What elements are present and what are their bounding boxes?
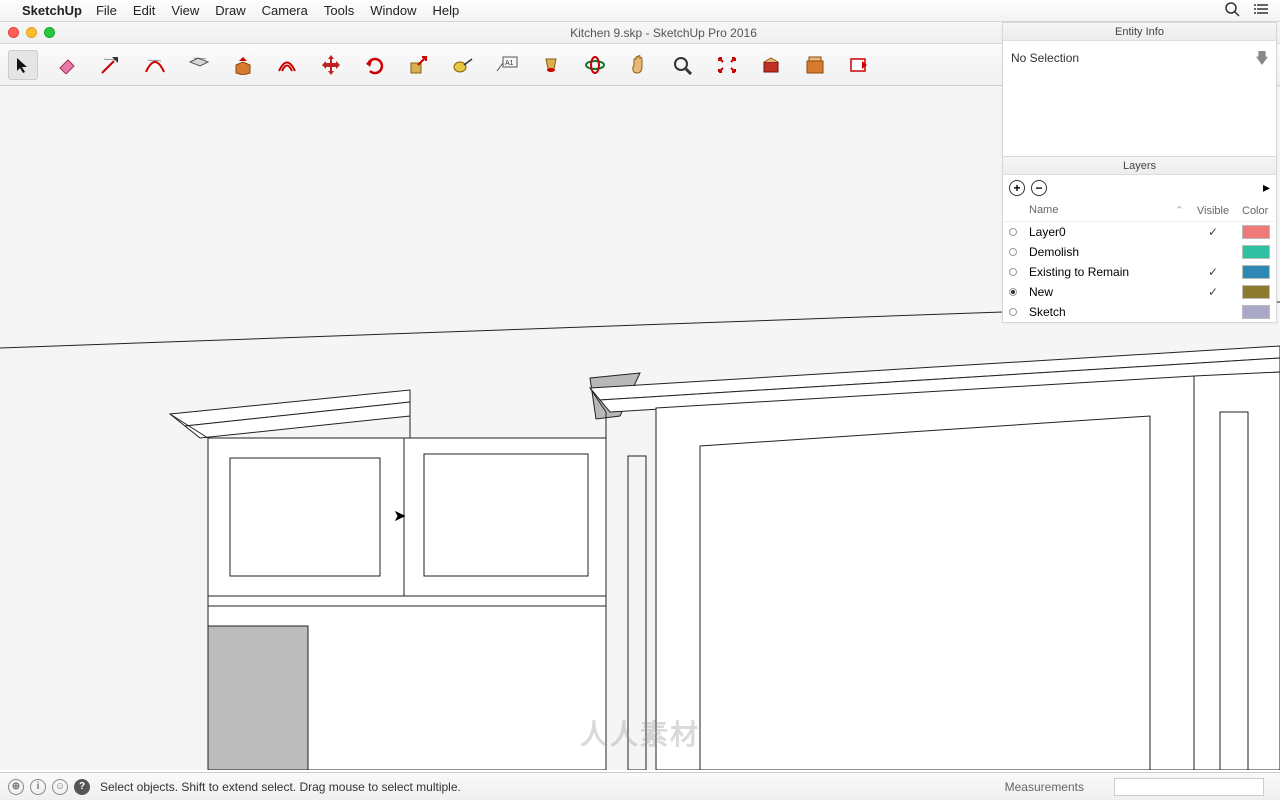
layer-name[interactable]: Existing to Remain <box>1023 262 1190 282</box>
entity-info-title: Entity Info <box>1003 23 1276 41</box>
layers-flyout-icon[interactable]: ▸ <box>1263 179 1270 196</box>
menu-edit[interactable]: Edit <box>133 3 155 18</box>
offset-tool[interactable] <box>272 50 302 80</box>
line-tool[interactable] <box>96 50 126 80</box>
layer-name[interactable]: Demolish <box>1023 242 1190 262</box>
layer-color-swatch[interactable] <box>1242 285 1270 299</box>
entity-info-selection: No Selection <box>1011 51 1079 65</box>
layer-name[interactable]: Layer0 <box>1023 222 1190 243</box>
remove-layer-button[interactable]: − <box>1031 180 1047 196</box>
measurements-label: Measurements <box>1005 780 1084 794</box>
menu-tools[interactable]: Tools <box>324 3 354 18</box>
rectangle-tool[interactable] <box>184 50 214 80</box>
arc-tool[interactable] <box>140 50 170 80</box>
status-hint: Select objects. Shift to extend select. … <box>100 780 461 794</box>
scale-tool[interactable] <box>404 50 434 80</box>
layer-active-radio[interactable] <box>1009 288 1017 296</box>
menu-window[interactable]: Window <box>370 3 416 18</box>
app-name[interactable]: SketchUp <box>22 3 82 18</box>
select-tool[interactable] <box>8 50 38 80</box>
paint-tool[interactable] <box>536 50 566 80</box>
menu-view[interactable]: View <box>171 3 199 18</box>
layer-row[interactable]: Demolish <box>1003 242 1276 262</box>
layers-panel[interactable]: Layers + − ▸ Name ⌃ Visible Color Layer0… <box>1002 156 1277 323</box>
layer-name[interactable]: Sketch <box>1023 302 1190 322</box>
menu-camera[interactable]: Camera <box>262 3 308 18</box>
layer-active-radio[interactable] <box>1009 308 1017 316</box>
extension-tool[interactable] <box>844 50 874 80</box>
layers-header-visible[interactable]: Visible <box>1190 200 1236 222</box>
layer-color-swatch[interactable] <box>1242 245 1270 259</box>
spotlight-icon[interactable] <box>1224 1 1240 20</box>
menu-file[interactable]: File <box>96 3 117 18</box>
window-close-icon[interactable] <box>8 27 19 38</box>
zoom-tool[interactable] <box>668 50 698 80</box>
layer-visible-toggle[interactable]: ✓ <box>1190 282 1236 302</box>
layer-row[interactable]: Existing to Remain ✓ <box>1003 262 1276 282</box>
orbit-tool[interactable] <box>580 50 610 80</box>
3dwarehouse-tool[interactable] <box>800 50 830 80</box>
window-zoom-icon[interactable] <box>44 27 55 38</box>
layer-name[interactable]: New <box>1023 282 1190 302</box>
geolocation-icon[interactable]: ⊕ <box>8 779 24 795</box>
zoom-extents-tool[interactable] <box>712 50 742 80</box>
layer-color-swatch[interactable] <box>1242 305 1270 319</box>
layers-header-color[interactable]: Color <box>1236 200 1276 222</box>
layer-visible-toggle[interactable]: ✓ <box>1190 262 1236 282</box>
add-layer-button[interactable]: + <box>1009 180 1025 196</box>
pushpull-tool[interactable] <box>228 50 258 80</box>
measurements-input[interactable] <box>1114 778 1264 796</box>
menu-draw[interactable]: Draw <box>215 3 245 18</box>
tape-tool[interactable] <box>448 50 478 80</box>
layer-active-radio[interactable] <box>1009 228 1017 236</box>
layer-visible-toggle[interactable] <box>1190 242 1236 262</box>
layer-color-swatch[interactable] <box>1242 225 1270 239</box>
layer-visible-toggle[interactable]: ✓ <box>1190 222 1236 243</box>
layers-title: Layers <box>1003 157 1276 175</box>
get-models-tool[interactable] <box>756 50 786 80</box>
layer-visible-toggle[interactable] <box>1190 302 1236 322</box>
rotate-tool[interactable] <box>360 50 390 80</box>
eraser-tool[interactable] <box>52 50 82 80</box>
text-tool[interactable]: A1 <box>492 50 522 80</box>
layer-color-swatch[interactable] <box>1242 265 1270 279</box>
layers-header-name[interactable]: Name ⌃ <box>1023 200 1190 222</box>
menu-help[interactable]: Help <box>432 3 459 18</box>
entity-info-panel[interactable]: Entity Info No Selection <box>1002 22 1277 157</box>
layers-table: Name ⌃ Visible Color Layer0 ✓ Demolish E… <box>1003 200 1276 322</box>
layer-row[interactable]: New ✓ <box>1003 282 1276 302</box>
pin-icon[interactable] <box>1256 51 1268 65</box>
layer-row[interactable]: Sketch <box>1003 302 1276 322</box>
layer-row[interactable]: Layer0 ✓ <box>1003 222 1276 243</box>
macos-menubar: SketchUp File Edit View Draw Camera Tool… <box>0 0 1280 22</box>
svg-text:A1: A1 <box>505 60 514 67</box>
pan-tool[interactable] <box>624 50 654 80</box>
window-minimize-icon[interactable] <box>26 27 37 38</box>
menu-list-icon[interactable] <box>1254 1 1270 20</box>
layer-active-radio[interactable] <box>1009 248 1017 256</box>
help-icon[interactable]: ? <box>74 779 90 795</box>
move-tool[interactable] <box>316 50 346 80</box>
credits-icon[interactable]: i <box>30 779 46 795</box>
layer-active-radio[interactable] <box>1009 268 1017 276</box>
person-icon[interactable]: ☺ <box>52 779 68 795</box>
status-bar: ⊕ i ☺ ? Select objects. Shift to extend … <box>0 772 1280 800</box>
